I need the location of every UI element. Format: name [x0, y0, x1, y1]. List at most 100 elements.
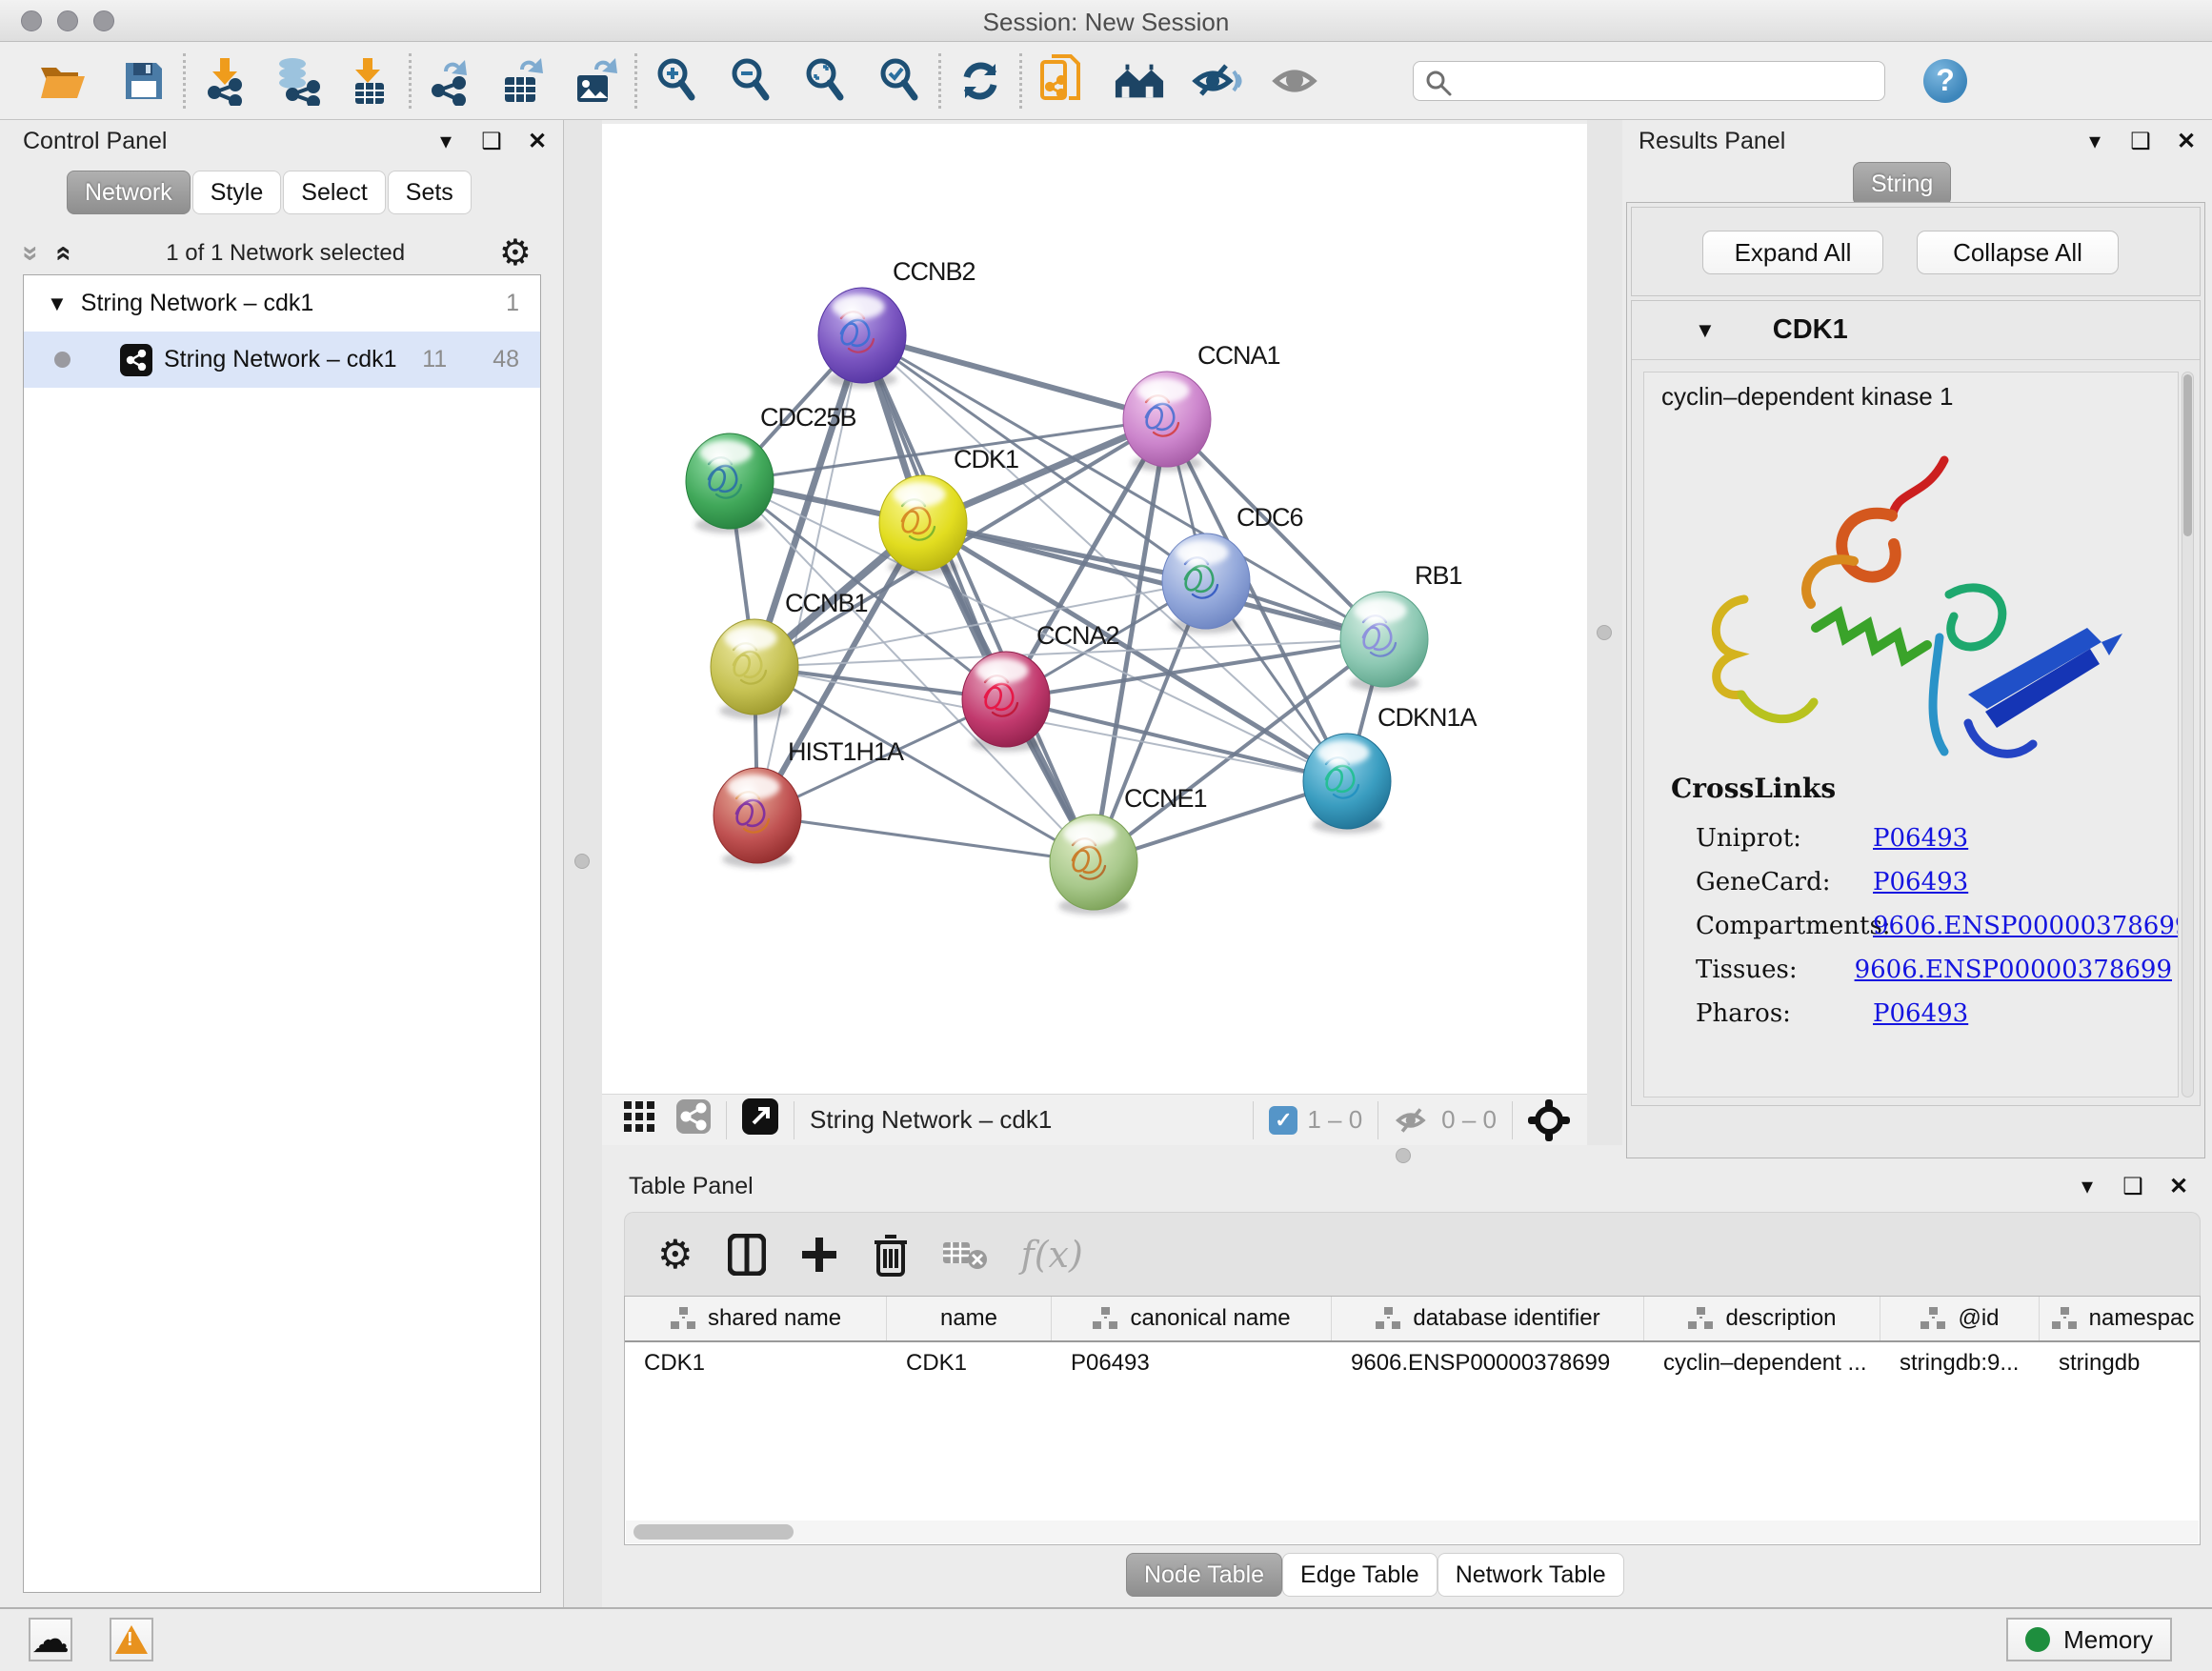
warnings-button[interactable]	[110, 1618, 153, 1661]
panel-menu-icon[interactable]: ▾	[433, 128, 458, 155]
network-node-cdk1[interactable]: CDK1	[879, 445, 1018, 575]
network-node-ccnb1[interactable]: CCNB1	[711, 589, 868, 719]
refresh-icon[interactable]	[955, 54, 1006, 108]
panel-menu-icon[interactable]: ▾	[2075, 1173, 2100, 1200]
splitter-handle[interactable]	[1396, 1148, 1411, 1163]
column-header-database-identifier[interactable]: database identifier	[1332, 1297, 1644, 1340]
export-image-icon[interactable]	[570, 54, 621, 108]
tab-sets[interactable]: Sets	[388, 171, 472, 214]
table-cell[interactable]: CDK1	[887, 1350, 1052, 1377]
status-bar: ☁ Memory	[0, 1607, 2212, 1671]
create-column-icon[interactable]	[800, 1236, 838, 1274]
splitter-handle[interactable]	[574, 854, 590, 869]
zoom-in-icon[interactable]	[651, 54, 702, 108]
results-scrollbar[interactable]	[2182, 372, 2194, 1097]
panel-float-icon[interactable]: ❑	[2121, 1173, 2145, 1200]
panel-close-icon[interactable]: ✕	[2166, 1173, 2191, 1200]
zoom-selected-icon[interactable]	[874, 54, 925, 108]
crosslink-link[interactable]: P06493	[1873, 824, 1968, 853]
expand-all-button[interactable]: Expand All	[1702, 231, 1883, 274]
network-row[interactable]: String Network – cdk1 11 48	[24, 332, 540, 388]
selected-items-checkbox[interactable]: ✓	[1269, 1106, 1297, 1135]
crosslink-link[interactable]: 9606.ENSP00000378699	[1873, 912, 2179, 940]
network-edge[interactable]	[757, 815, 1094, 862]
panel-menu-icon[interactable]: ▾	[2082, 128, 2107, 155]
table-cell[interactable]: cyclin–dependent ...	[1644, 1350, 1880, 1377]
clone-network-icon[interactable]	[1036, 54, 1087, 108]
show-all-icon[interactable]	[1270, 54, 1321, 108]
network-node-rb1[interactable]: RB1	[1340, 561, 1462, 692]
function-builder-icon[interactable]: f(x)	[1021, 1234, 1083, 1276]
zoom-out-icon[interactable]	[725, 54, 776, 108]
crosslink-link[interactable]: 9606.ENSP00000378699	[1855, 956, 2172, 984]
crosslink-link[interactable]: P06493	[1873, 868, 1968, 896]
delete-table-icon[interactable]	[943, 1238, 987, 1271]
import-network-from-database-icon[interactable]	[271, 54, 323, 108]
column-header-canonical-name[interactable]: canonical name	[1052, 1297, 1332, 1340]
node-table-data-row[interactable]: CDK1CDK1P064939606.ENSP00000378699cyclin…	[625, 1342, 2200, 1384]
help-button[interactable]: ?	[1923, 59, 1967, 103]
left-splitter[interactable]	[564, 120, 602, 1607]
gene-collapse-icon[interactable]: ▼	[1695, 318, 1716, 343]
expand-tree-icon[interactable]: »	[16, 246, 45, 262]
panel-close-icon[interactable]: ✕	[525, 128, 550, 155]
table-cell[interactable]: stringdb	[2040, 1350, 2201, 1377]
delete-column-icon[interactable]	[873, 1233, 909, 1277]
scrollbar-thumb[interactable]	[633, 1524, 794, 1540]
scrollbar-thumb[interactable]	[2183, 374, 2192, 536]
network-node-ccne1[interactable]: CCNE1	[1050, 784, 1207, 915]
cloud-status-button[interactable]: ☁	[29, 1618, 72, 1661]
right-splitter[interactable]	[1587, 120, 1622, 1165]
collapse-all-button[interactable]: Collapse All	[1917, 231, 2119, 274]
tab-edge-table[interactable]: Edge Table	[1282, 1553, 1438, 1597]
network-node-cdkn1a[interactable]: CDKN1A	[1303, 703, 1478, 834]
open-file-icon[interactable]	[38, 54, 90, 108]
birdseye-toggle-icon[interactable]	[1528, 1099, 1570, 1141]
splitter-handle[interactable]	[1597, 625, 1612, 640]
export-network-icon[interactable]	[425, 54, 476, 108]
column-header-name[interactable]: name	[887, 1297, 1052, 1340]
column-header-description[interactable]: description	[1644, 1297, 1880, 1340]
table-cell[interactable]: 9606.ENSP00000378699	[1332, 1350, 1644, 1377]
tab-select[interactable]: Select	[283, 171, 385, 214]
collection-expand-icon[interactable]: ▼	[47, 292, 68, 316]
table-cell[interactable]: P06493	[1052, 1350, 1332, 1377]
table-options-gear-icon[interactable]: ⚙	[657, 1235, 694, 1275]
birdseye-grid-icon[interactable]	[623, 1100, 655, 1139]
panel-float-icon[interactable]: ❑	[2128, 128, 2153, 155]
panel-close-icon[interactable]: ✕	[2174, 128, 2199, 155]
tab-string[interactable]: String	[1853, 162, 1951, 206]
column-header-namespac[interactable]: namespac	[2040, 1297, 2201, 1340]
first-neighbors-icon[interactable]	[1114, 54, 1165, 108]
table-cell[interactable]: stringdb:9...	[1880, 1350, 2040, 1377]
column-header-shared-name[interactable]: shared name	[625, 1297, 887, 1340]
hide-selected-icon[interactable]	[1192, 54, 1243, 108]
tab-node-table[interactable]: Node Table	[1126, 1553, 1282, 1597]
open-in-new-window-icon[interactable]	[742, 1098, 778, 1141]
crosslink-link[interactable]: P06493	[1873, 999, 1968, 1028]
export-table-icon[interactable]	[497, 54, 549, 108]
import-network-from-file-icon[interactable]	[199, 54, 251, 108]
tab-network-table[interactable]: Network Table	[1438, 1553, 1624, 1597]
network-share-icon[interactable]	[676, 1099, 711, 1140]
network-collection-row[interactable]: ▼ String Network – cdk1 1	[24, 275, 540, 332]
column-header--id[interactable]: @id	[1880, 1297, 2040, 1340]
table-horizontal-scrollbar[interactable]	[626, 1520, 2199, 1543]
panel-float-icon[interactable]: ❑	[479, 128, 504, 155]
tab-network[interactable]: Network	[67, 171, 191, 214]
network-edge[interactable]	[862, 335, 1094, 862]
show-columns-icon[interactable]	[728, 1234, 766, 1276]
import-table-from-file-icon[interactable]	[344, 54, 395, 108]
network-node-hist1h1a[interactable]: HIST1H1A	[714, 737, 904, 868]
network-options-gear-icon[interactable]: ⚙	[499, 235, 532, 272]
search-input[interactable]	[1413, 61, 1885, 101]
hidden-items-icon[interactable]	[1394, 1105, 1432, 1136]
network-view-canvas[interactable]: CCNB2CCNA1CDC25BCDK1CDC6RB1CCNB1CCNA2CDK…	[602, 124, 1587, 1094]
save-session-icon[interactable]	[118, 54, 170, 108]
collapse-tree-icon[interactable]: «	[50, 246, 78, 262]
table-cell[interactable]: CDK1	[625, 1350, 887, 1377]
zoom-fit-icon[interactable]	[799, 54, 851, 108]
network-edge[interactable]	[1006, 699, 1347, 781]
memory-button[interactable]: Memory	[2006, 1618, 2172, 1661]
tab-style[interactable]: Style	[192, 171, 282, 214]
